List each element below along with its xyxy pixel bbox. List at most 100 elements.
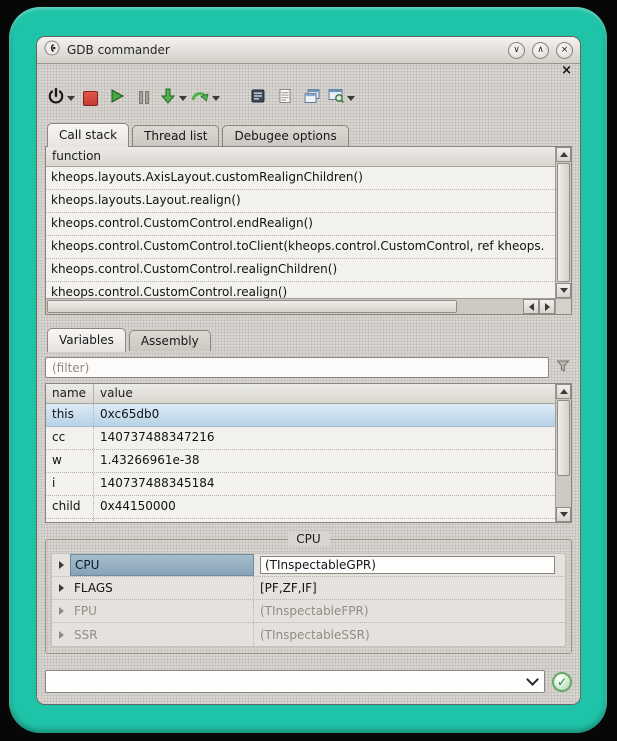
scroll-track[interactable]: [46, 299, 523, 314]
variable-value: 140737488345184: [94, 473, 555, 495]
step-into-button[interactable]: [159, 85, 187, 111]
variable-value: 0x44150000: [94, 496, 555, 518]
window-search-icon: [327, 88, 345, 108]
arrow-down-icon: [560, 512, 568, 517]
command-input[interactable]: [50, 674, 528, 690]
column-header-name[interactable]: name: [46, 384, 94, 403]
tab-variables[interactable]: Variables: [47, 328, 126, 352]
variable-row-b[interactable]: b 1.43266961e-38: [46, 519, 555, 522]
cpu-row-name: FLAGS: [70, 577, 254, 599]
tab-assembly[interactable]: Assembly: [129, 330, 211, 351]
cpu-row-name: SSR: [70, 623, 254, 646]
scroll-thumb[interactable]: [47, 300, 457, 313]
cpu-value-field[interactable]: [260, 556, 555, 574]
top-tabbar: Call stack Thread list Debugee options: [45, 122, 572, 146]
step-over-icon: [190, 87, 210, 109]
pause-button[interactable]: [132, 85, 156, 111]
call-stack-horizontal-scrollbar[interactable]: [46, 298, 571, 314]
scroll-up-button[interactable]: [556, 384, 571, 399]
cpu-row-fpu[interactable]: FPU (TInspectableFPR): [52, 600, 565, 623]
variable-row-i[interactable]: i 140737488345184: [46, 473, 555, 496]
cpu-row-ssr[interactable]: SSR (TInspectableSSR): [52, 623, 565, 646]
step-into-dropdown-icon[interactable]: [179, 96, 187, 101]
scroll-down-button[interactable]: [556, 507, 571, 522]
filter-input[interactable]: [45, 357, 549, 378]
variable-row-this[interactable]: this 0xc65db0: [46, 404, 555, 427]
titlebar[interactable]: GDB commander ∨ ∧ ×: [37, 37, 580, 64]
book-button[interactable]: [246, 85, 270, 111]
stop-button[interactable]: [78, 85, 102, 111]
command-combobox[interactable]: [45, 670, 545, 693]
filter-funnel-icon: [555, 358, 571, 378]
cpu-row-name: CPU: [70, 554, 254, 576]
arrow-up-icon: [560, 389, 568, 394]
debug-toolbar: [47, 84, 572, 112]
variable-value: 140737488347216: [94, 427, 555, 449]
cpu-row-gpr[interactable]: CPU: [52, 554, 565, 577]
call-stack-row[interactable]: kheops.layouts.Layout.realign(): [46, 190, 555, 213]
scroll-thumb[interactable]: [557, 400, 570, 476]
expand-icon[interactable]: [52, 584, 70, 592]
close-dock-icon[interactable]: ×: [561, 64, 572, 78]
power-icon: [47, 87, 65, 109]
call-stack-row[interactable]: kheops.control.CustomControl.endRealign(…: [46, 213, 555, 236]
window-search-button[interactable]: [327, 85, 355, 111]
call-stack-header: function: [46, 147, 555, 167]
arrow-left-icon: [529, 303, 534, 311]
expand-icon[interactable]: [52, 607, 70, 615]
cpu-row-value: [PF,ZF,IF]: [254, 581, 565, 595]
close-button[interactable]: ×: [556, 42, 573, 59]
windows-button[interactable]: [300, 85, 324, 111]
call-stack-row[interactable]: kheops.control.CustomControl.realign(): [46, 282, 555, 298]
variable-value: 1.43266961e-38: [94, 450, 555, 472]
power-button[interactable]: [47, 85, 75, 111]
tab-thread-list[interactable]: Thread list: [132, 125, 219, 146]
chevron-down-icon[interactable]: [526, 673, 539, 686]
scroll-up-button[interactable]: [556, 147, 571, 162]
variable-row-w[interactable]: w 1.43266961e-38: [46, 450, 555, 473]
tab-debugee-options[interactable]: Debugee options: [222, 125, 348, 146]
run-icon: [109, 88, 125, 108]
call-stack-row[interactable]: kheops.control.CustomControl.toClient(kh…: [46, 236, 555, 259]
command-row: ✓: [45, 670, 572, 693]
cpu-row-name: FPU: [70, 600, 254, 622]
cpu-row-value: [254, 556, 565, 574]
filter-row: [45, 357, 572, 378]
tab-call-stack[interactable]: Call stack: [47, 123, 129, 147]
scroll-down-button[interactable]: [556, 283, 571, 298]
document-list-button[interactable]: [273, 85, 297, 111]
pause-icon: [138, 89, 150, 108]
call-stack-row[interactable]: kheops.control.CustomControl.realignChil…: [46, 259, 555, 282]
filter-options-button[interactable]: [554, 359, 572, 377]
expand-icon[interactable]: [52, 561, 70, 569]
shade-button[interactable]: ∨: [508, 42, 525, 59]
scroll-right-button[interactable]: [539, 299, 555, 314]
scroll-thumb[interactable]: [557, 163, 570, 282]
scroll-track[interactable]: [556, 162, 571, 283]
expand-icon[interactable]: [52, 631, 70, 639]
window-search-dropdown-icon[interactable]: [347, 96, 355, 101]
variable-name: cc: [46, 427, 94, 449]
maximize-button[interactable]: ∧: [532, 42, 549, 59]
step-over-button[interactable]: [190, 85, 220, 111]
power-dropdown-icon[interactable]: [67, 96, 75, 101]
cpu-groupbox: CPU CPU FLAGS [PF,ZF,IF] FPU (: [45, 539, 572, 654]
app-icon: [44, 40, 60, 60]
document-list-icon: [277, 88, 293, 108]
call-stack-vertical-scrollbar[interactable]: [555, 147, 571, 298]
column-header-function[interactable]: function: [46, 147, 555, 166]
call-stack-panel: function kheops.layouts.AxisLayout.custo…: [45, 146, 572, 315]
run-button[interactable]: [105, 85, 129, 111]
cpu-row-flags[interactable]: FLAGS [PF,ZF,IF]: [52, 577, 565, 600]
ok-button[interactable]: ✓: [552, 672, 572, 692]
call-stack-row[interactable]: kheops.layouts.AxisLayout.customRealignC…: [46, 167, 555, 190]
column-header-value[interactable]: value: [94, 384, 555, 403]
variable-row-child[interactable]: child 0x44150000: [46, 496, 555, 519]
variables-vertical-scrollbar[interactable]: [555, 384, 571, 522]
gdb-commander-window: GDB commander ∨ ∧ × ×: [36, 36, 581, 705]
variable-row-cc[interactable]: cc 140737488347216: [46, 427, 555, 450]
windows-icon: [303, 88, 321, 108]
scroll-track[interactable]: [556, 399, 571, 507]
scroll-left-button[interactable]: [523, 299, 539, 314]
step-over-dropdown-icon[interactable]: [212, 96, 220, 101]
